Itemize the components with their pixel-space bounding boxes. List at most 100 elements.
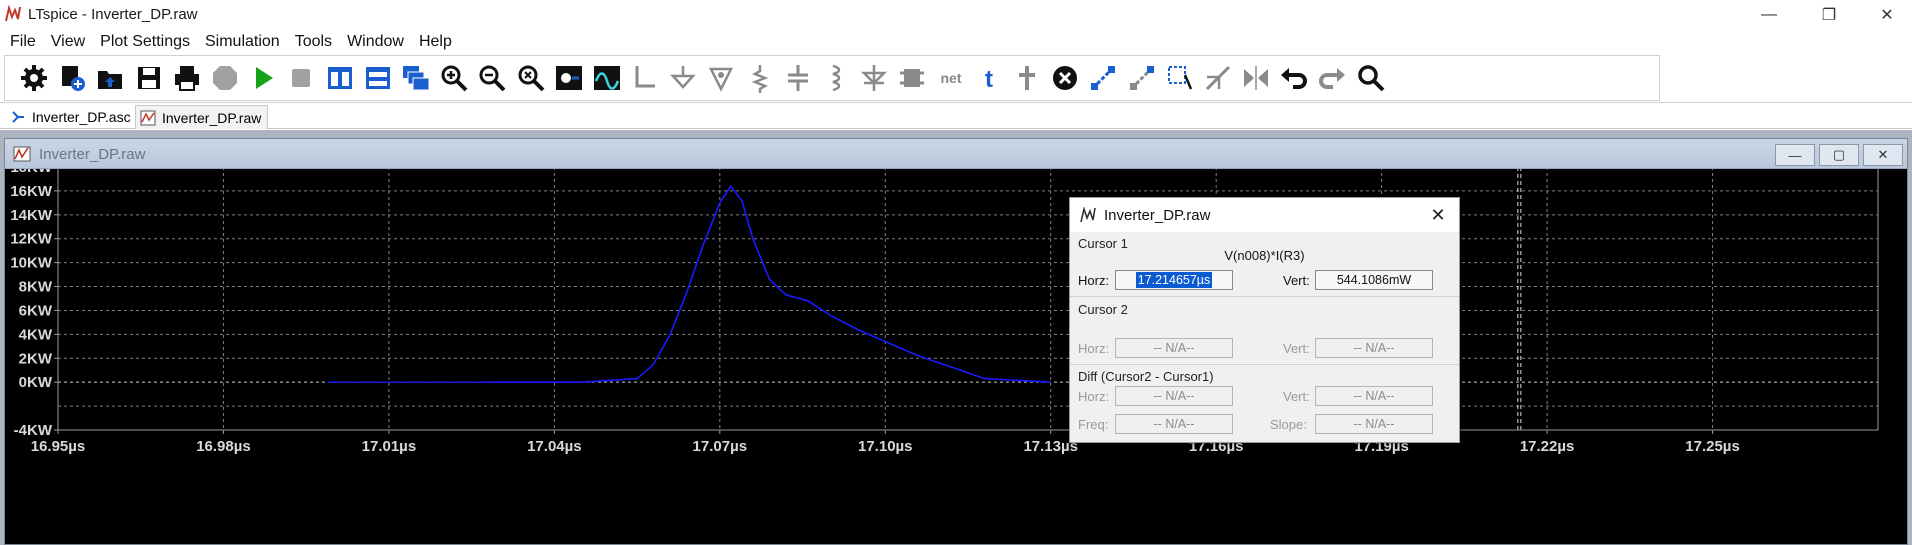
- close-icon[interactable]: ✕: [1858, 0, 1912, 30]
- diff-group-label: Diff (Cursor2 - Cursor1): [1078, 369, 1214, 384]
- menu-help[interactable]: Help: [413, 33, 461, 51]
- autorange-icon[interactable]: [550, 59, 588, 97]
- cursor2-vert-field[interactable]: -- N/A--: [1315, 338, 1433, 358]
- redo-icon[interactable]: [1313, 59, 1351, 97]
- diff-freq-label: Freq:: [1078, 417, 1109, 432]
- diff-freq-field[interactable]: -- N/A--: [1115, 414, 1233, 434]
- zoom-out-icon[interactable]: [473, 59, 511, 97]
- run-icon[interactable]: [244, 59, 282, 97]
- cascade-icon[interactable]: [397, 59, 435, 97]
- component-icon[interactable]: [893, 59, 931, 97]
- restore-icon[interactable]: ❐: [1800, 0, 1858, 30]
- cursor-readout-dialog: Inverter_DP.raw ✕ Cursor 1 V(n008)*I(R3)…: [1069, 197, 1460, 443]
- y-tick-label: 8KW: [19, 279, 53, 296]
- x-tick-label: 16.95µs: [31, 438, 86, 455]
- y-tick-label: 4KW: [19, 326, 53, 343]
- x-tick-label: 17.22µs: [1520, 438, 1575, 455]
- wire-icon[interactable]: [626, 59, 664, 97]
- tab-inverter-raw[interactable]: Inverter_DP.raw: [135, 105, 269, 129]
- tile-vertical-icon[interactable]: [321, 59, 359, 97]
- menu-view[interactable]: View: [45, 33, 94, 51]
- find-icon[interactable]: [1352, 59, 1390, 97]
- plot-frame: [57, 166, 1879, 431]
- plot-window-caption: Inverter_DP.raw — ▢ ✕: [5, 139, 1907, 169]
- text-icon[interactable]: t: [970, 59, 1008, 97]
- plot-grid: [58, 167, 1878, 430]
- rotate-icon[interactable]: [1161, 59, 1199, 97]
- tile-horizontal-icon[interactable]: [359, 59, 397, 97]
- tab-label: Inverter_DP.raw: [162, 109, 262, 126]
- spice-directive-icon[interactable]: net: [932, 59, 970, 97]
- menu-file[interactable]: File: [4, 33, 45, 51]
- dialog-title-bar: Inverter_DP.raw ✕: [1070, 198, 1459, 232]
- add-trace-icon[interactable]: [588, 59, 626, 97]
- resistor-icon[interactable]: [741, 59, 779, 97]
- save-icon[interactable]: [130, 59, 168, 97]
- minimize-icon[interactable]: —: [1775, 144, 1815, 166]
- zoom-in-icon[interactable]: [435, 59, 473, 97]
- y-tick-label: 14KW: [10, 207, 53, 224]
- plot-traces: [328, 184, 1051, 383]
- zoom-fit-icon[interactable]: [511, 59, 549, 97]
- cursor1-horz-field[interactable]: 17.214657µs: [1115, 270, 1233, 290]
- minimize-icon[interactable]: —: [1740, 0, 1798, 30]
- cursor1-horz-value: 17.214657µs: [1135, 272, 1213, 288]
- diff-vert-label: Vert:: [1283, 389, 1310, 404]
- ltspice-logo-icon: [1080, 207, 1096, 223]
- document-tab-bar: Inverter_DP.asc Inverter_DP.raw: [0, 103, 1912, 129]
- ground-icon[interactable]: [664, 59, 702, 97]
- flip-icon[interactable]: [1237, 59, 1275, 97]
- title-bar: LTspice - Inverter_DP.raw — ❐ ✕: [0, 0, 1912, 30]
- menu-window[interactable]: Window: [341, 33, 413, 51]
- y-tick-label: 6KW: [19, 302, 53, 319]
- new-schematic-icon[interactable]: [53, 59, 91, 97]
- cursor1-horz-label: Horz:: [1078, 273, 1110, 288]
- waveform-icon: [140, 110, 156, 125]
- waveform-plot[interactable]: 16.95µs 16.98µs 17.01µs 17.04µs 17.07µs 17.10…: [5, 139, 1909, 545]
- mirror-icon[interactable]: [1199, 59, 1237, 97]
- settings-icon[interactable]: [15, 59, 53, 97]
- open-icon[interactable]: [91, 59, 129, 97]
- diff-vert-field[interactable]: -- N/A--: [1315, 386, 1433, 406]
- x-tick-label: 17.04µs: [527, 438, 582, 455]
- cursor1-vert-field[interactable]: 544.1086mW: [1315, 270, 1433, 290]
- waveform-plot-window: 16.95µs 16.98µs 17.01µs 17.04µs 17.07µs 17.10…: [4, 138, 1908, 545]
- cursor2-horz-field[interactable]: -- N/A--: [1115, 338, 1233, 358]
- maximize-icon[interactable]: ▢: [1819, 144, 1859, 166]
- menu-plot-settings[interactable]: Plot Settings: [94, 33, 199, 51]
- menu-simulation[interactable]: Simulation: [199, 33, 289, 51]
- cursor2-horz-label: Horz:: [1078, 341, 1110, 356]
- diff-horz-field[interactable]: -- N/A--: [1115, 386, 1233, 406]
- halt-icon[interactable]: [206, 59, 244, 97]
- toolbar: net t: [4, 55, 1660, 101]
- cursor2-group-label: Cursor 2: [1078, 302, 1128, 317]
- diode-icon[interactable]: [855, 59, 893, 97]
- tab-inverter-asc[interactable]: Inverter_DP.asc: [6, 105, 137, 129]
- dialog-title: Inverter_DP.raw: [1104, 207, 1211, 224]
- y-tick-label: 12KW: [10, 231, 53, 248]
- stop-icon[interactable]: [282, 59, 320, 97]
- label-icon[interactable]: [702, 59, 740, 97]
- x-tick-label: 17.10µs: [858, 438, 913, 455]
- y-tick-label: 0KW: [19, 374, 53, 391]
- undo-icon[interactable]: [1275, 59, 1313, 97]
- delete-icon[interactable]: [1046, 59, 1084, 97]
- diff-slope-label: Slope:: [1270, 417, 1307, 432]
- diff-slope-field[interactable]: -- N/A--: [1315, 414, 1433, 434]
- text-tool-glyph: t: [985, 66, 993, 93]
- cursor2-vert-label: Vert:: [1283, 341, 1310, 356]
- x-tick-label: 17.01µs: [362, 438, 417, 455]
- y-tick-label: -4KW: [14, 422, 53, 439]
- inductor-icon[interactable]: [817, 59, 855, 97]
- menu-tools[interactable]: Tools: [289, 33, 341, 51]
- capacitor-icon[interactable]: [779, 59, 817, 97]
- y-tick-label: 2KW: [19, 350, 53, 367]
- move-icon[interactable]: [1008, 59, 1046, 97]
- close-icon[interactable]: ✕: [1863, 144, 1903, 166]
- print-icon[interactable]: [168, 59, 206, 97]
- close-icon[interactable]: ✕: [1427, 204, 1449, 226]
- cursor1-trace-expression: V(n008)*I(R3): [1224, 248, 1305, 263]
- duplicate-icon[interactable]: [1122, 59, 1160, 97]
- drag-icon[interactable]: [1084, 59, 1122, 97]
- trace-line: [482, 184, 1051, 383]
